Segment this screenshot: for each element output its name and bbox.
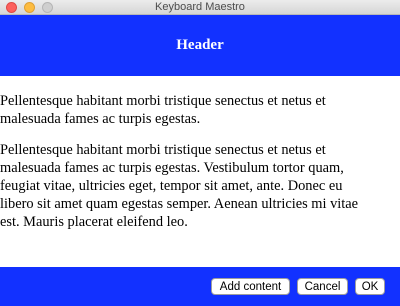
paragraph-line: est. Mauris placerat eleifend leo. [0,214,188,230]
header-title: Header [176,37,224,53]
paragraph-1: Pellentesque habitant morbi tristique se… [0,92,400,128]
paragraph-line: malesuada fames ac turpis egestas. [0,111,201,127]
paragraph-line: Pellentesque habitant morbi tristique se… [0,93,326,109]
paragraph-line: libero sit amet quam egestas semper. Aen… [0,196,359,212]
window-titlebar: Keyboard Maestro [0,0,400,15]
paragraph-line: feugiat vitae, ultricies eget, tempor si… [0,178,343,194]
ok-button[interactable]: OK [355,278,385,295]
header-bar: Header [0,15,400,76]
footer-bar: Add content Cancel OK [0,267,400,306]
content-area: Pellentesque habitant morbi tristique se… [0,92,400,244]
paragraph-2: Pellentesque habitant morbi tristique se… [0,141,400,231]
cancel-button[interactable]: Cancel [297,278,348,295]
add-content-button[interactable]: Add content [211,278,290,295]
window-title: Keyboard Maestro [155,1,245,13]
paragraph-line: Pellentesque habitant morbi tristique se… [0,142,326,158]
paragraph-line: malesuada fames ac turpis egestas. Vesti… [0,160,344,176]
